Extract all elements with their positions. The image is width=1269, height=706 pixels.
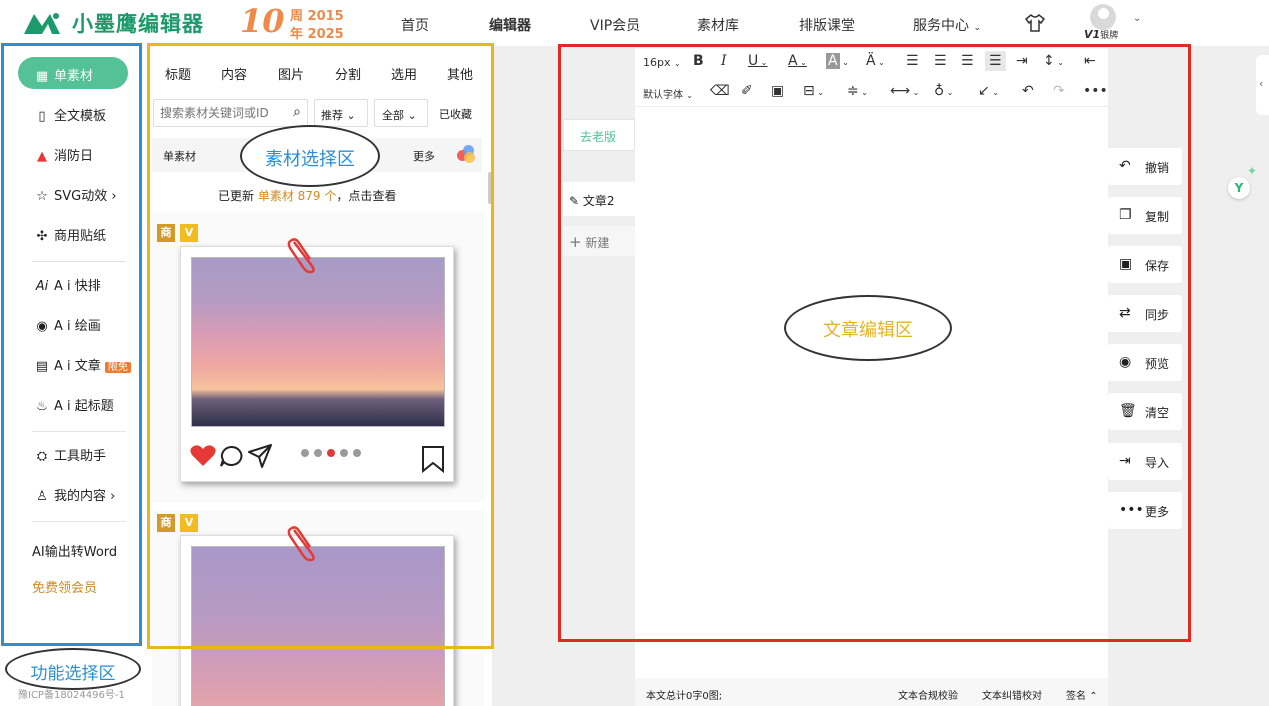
assistant-icon[interactable]: Y [1228,177,1250,199]
anniversary-year-start: 周 2015 [290,9,344,24]
sparkle-icon: ✦ [1247,164,1258,178]
signature-button[interactable]: 签名 ⌃ [1066,687,1098,702]
callout-article-area: 文章编辑区 [784,295,952,361]
anniversary-number: 10 [240,2,285,40]
account-chevron-icon[interactable]: ⌄ [1133,13,1141,24]
word-count: 本文总计0字0图; [646,691,723,702]
compliance-check-button[interactable]: 文本合规校验 [898,687,958,702]
vip-level: V1 [1084,28,1101,41]
nav-materials[interactable]: 素材库 [697,15,739,35]
function-area-frame [1,43,142,646]
vip-level-label: 银牌 [1100,31,1119,41]
callout-function-area: 功能选择区 [5,648,141,690]
brand-logo-icon[interactable] [22,10,66,36]
nav-editor[interactable]: 编辑器 [489,15,531,35]
collapse-panel-button[interactable]: ‹ [1256,55,1269,115]
shirt-icon[interactable] [1024,13,1046,33]
nav-home[interactable]: 首页 [401,15,429,35]
callout-material-area: 素材选择区 [240,125,380,187]
signature-label: 签名 [1066,691,1086,702]
proofread-button[interactable]: 文本纠错校对 [982,687,1042,702]
anniversary-year-end: 年 2025 [290,27,344,42]
avatar-icon[interactable] [1090,4,1116,30]
nav-course[interactable]: 排版课堂 [799,15,855,35]
nav-service[interactable]: 服务中心 ⌄ [913,15,981,35]
brand-name[interactable]: 小墨鹰编辑器 [72,8,204,38]
chevron-up-icon: ⌃ [1089,691,1098,702]
top-header: 小墨鹰编辑器 10 周 2015 年 2025 首页 编辑器 VIP会员 素材库… [0,0,1269,46]
vip-level-badge: V1银牌 [1084,28,1118,41]
nav-vip[interactable]: VIP会员 [590,15,640,35]
chevron-down-icon: ⌄ [973,23,981,33]
nav-service-label: 服务中心 [913,18,969,34]
